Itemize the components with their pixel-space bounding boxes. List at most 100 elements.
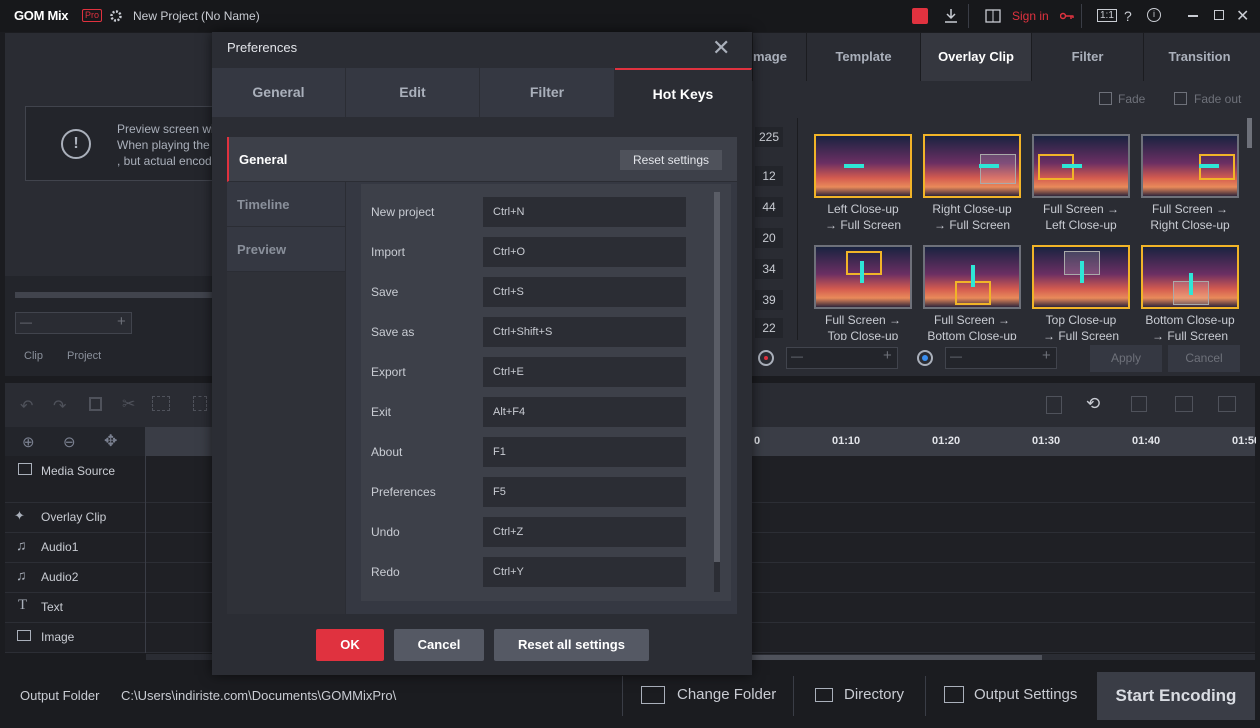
hotkey-field[interactable]: Ctrl+O [483,237,686,267]
new-clip-icon[interactable] [1046,396,1062,414]
ruler-tick-label: 01:30 [1032,435,1061,447]
duration-value: 34 [755,259,783,279]
warning-text-line: Preview screen wi [117,122,214,136]
change-folder-button[interactable]: Change Folder [677,686,776,703]
scrollbar-thumb[interactable] [1247,118,1252,148]
fade-checkbox[interactable] [1099,92,1112,105]
redo-icon[interactable]: ↷ [53,396,66,416]
tab-filter[interactable]: Filter [480,68,615,117]
zoom-stepper[interactable]: — + [15,312,132,334]
fit-icon[interactable]: ✥ [104,431,117,451]
apply-button[interactable]: Apply [1090,345,1162,372]
start-time-stepper[interactable]: — + [786,347,898,369]
fade-out-checkbox[interactable] [1174,92,1187,105]
overlay-thumb[interactable] [1141,134,1239,198]
hotkey-field[interactable]: F1 [483,437,686,467]
tab-template[interactable]: Template [806,33,920,81]
hotkey-field[interactable]: F5 [483,477,686,507]
scrollbar-track[interactable] [714,192,720,592]
zoom-in-icon[interactable]: ⊕ [22,433,35,451]
maximize-icon[interactable] [1214,10,1224,20]
side-item-timeline[interactable]: Timeline [227,182,345,227]
ok-button[interactable]: OK [316,629,384,661]
overlay-thumb[interactable] [1032,134,1130,198]
hotkey-label: Import [371,245,406,259]
tab-project[interactable]: Project [67,350,101,362]
cancel-overlay-button[interactable]: Cancel [1168,345,1240,372]
key-icon[interactable] [1060,10,1074,22]
output-settings-button[interactable]: Output Settings [974,686,1077,703]
plus-icon[interactable]: + [1042,347,1051,364]
hotkey-field[interactable]: Ctrl+E [483,357,686,387]
download-icon[interactable] [943,8,959,24]
overlay-thumb[interactable] [814,134,912,198]
plus-icon[interactable]: + [883,347,892,364]
aspect-ratio-icon[interactable]: 1:1 [1097,9,1117,22]
sign-in-link[interactable]: Sign in [1012,9,1049,23]
settings-gear-icon[interactable] [109,9,123,23]
overlay-thumb[interactable] [923,134,1021,198]
hotkey-field[interactable]: Ctrl+Y [483,557,686,587]
divider [622,676,623,716]
undo-icon[interactable]: ↶ [20,396,33,416]
minimize-icon[interactable] [1188,15,1198,17]
hotkey-field[interactable]: Ctrl+Shift+S [483,317,686,347]
replace-icon[interactable]: ⟲ [1086,394,1100,414]
close-window-icon[interactable]: ✕ [1236,6,1249,26]
info-icon[interactable]: i [1147,8,1161,22]
reset-all-settings-button[interactable]: Reset all settings [494,629,649,661]
help-icon[interactable]: ? [1124,8,1132,24]
seek-bar[interactable] [15,292,213,298]
thumb-label: Full Screen → Left Close-up [1042,202,1120,232]
tab-clip[interactable]: Clip [24,350,43,362]
save-clip-icon[interactable] [1131,396,1147,412]
cancel-button[interactable]: Cancel [394,629,484,661]
capture-icon[interactable] [912,8,928,24]
tab-image[interactable]: mage [752,33,806,81]
end-time-stepper[interactable]: — + [945,347,1057,369]
track-label: Audio1 [41,540,79,554]
warning-icon: ! [61,129,91,159]
zoom-out-icon[interactable]: ⊖ [63,433,76,451]
film-icon [18,463,32,475]
minus-icon[interactable]: — [950,349,962,363]
app-logo: GOM Mix [14,8,69,23]
tab-edit[interactable]: Edit [346,68,480,117]
overlay-thumb[interactable] [1141,245,1239,309]
overlay-thumb[interactable] [1032,245,1130,309]
hotkey-row: About F1 [371,437,701,467]
book-icon[interactable] [985,8,1001,24]
directory-button[interactable]: Directory [844,686,904,703]
start-encoding-button[interactable]: Start Encoding [1097,672,1255,720]
dialog-tabs: General Edit Filter Hot Keys [212,68,752,117]
project-title: New Project (No Name) [133,9,260,23]
track-label: Image [41,630,75,644]
tab-hot-keys[interactable]: Hot Keys [615,68,752,117]
split-icon[interactable] [193,396,207,411]
overlay-thumb[interactable] [814,245,912,309]
tab-transition[interactable]: Transition [1143,33,1255,81]
overlay-thumb[interactable] [923,245,1021,309]
close-dialog-icon[interactable]: ✕ [712,35,730,61]
tab-overlay-clip[interactable]: Overlay Clip [920,33,1031,81]
scrollbar-thumb[interactable] [714,192,720,562]
fade-label: Fade [1118,92,1146,106]
hotkey-field[interactable]: Ctrl+Z [483,517,686,547]
tab-filter[interactable]: Filter [1031,33,1143,81]
divider [925,676,926,716]
side-item-preview[interactable]: Preview [227,227,345,272]
plus-icon[interactable]: + [117,313,126,330]
cut-icon[interactable]: ✂ [122,394,135,414]
hotkey-field[interactable]: Ctrl+N [483,197,686,227]
select-icon[interactable] [152,396,170,411]
minus-icon[interactable]: — [20,315,32,329]
delete-icon[interactable] [89,397,102,411]
reset-settings-button[interactable]: Reset settings [620,150,722,170]
minus-icon[interactable]: — [791,349,803,363]
hotkey-field[interactable]: Alt+F4 [483,397,686,427]
tab-general[interactable]: General [212,68,346,117]
edit-clip-icon[interactable] [1175,396,1193,412]
dialog-title-bar: Preferences ✕ [212,32,752,68]
export-clip-icon[interactable] [1218,396,1236,412]
hotkey-field[interactable]: Ctrl+S [483,277,686,307]
